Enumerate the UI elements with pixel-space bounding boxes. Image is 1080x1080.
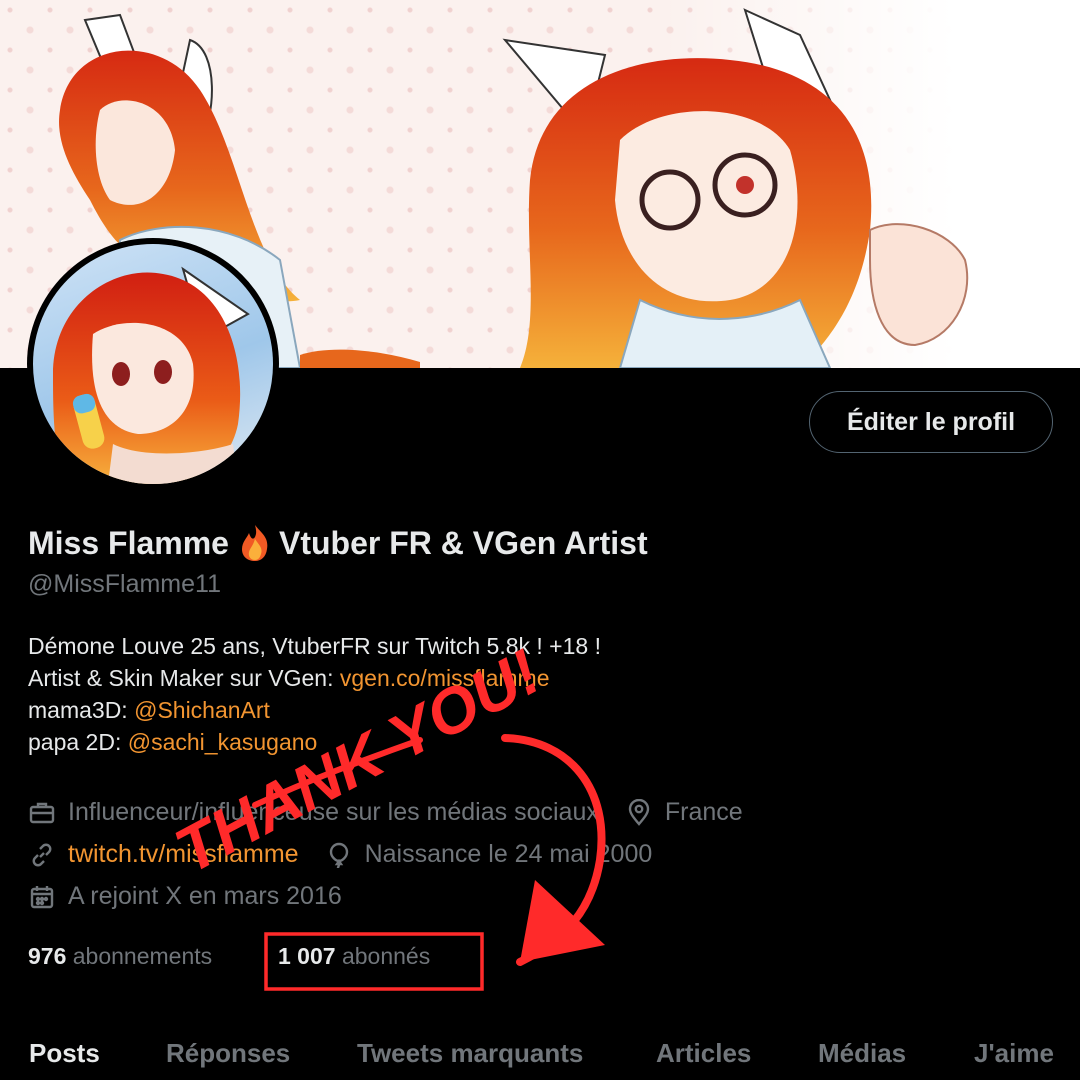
briefcase-icon (28, 799, 56, 827)
bio-line-2-text: Artist & Skin Maker sur VGen: (28, 665, 340, 691)
tab-highlights[interactable]: Tweets marquants (357, 1038, 583, 1069)
bio-line-3-text: mama3D: (28, 697, 135, 723)
bio-line-2: Artist & Skin Maker sur VGen: vgen.co/mi… (28, 662, 601, 694)
mama3d-link[interactable]: @ShichanArt (134, 697, 270, 723)
joined-text: A rejoint X en mars 2016 (68, 882, 342, 910)
handle: @MissFlamme11 (28, 570, 221, 598)
display-name-suffix: Vtuber FR & VGen Artist (278, 524, 648, 561)
meta-row-1: Influenceur/influenceuse sur les médias … (28, 798, 743, 827)
meta-row-3: A rejoint X en mars 2016 (28, 882, 342, 911)
display-name: Miss Flamme Vtuber FR & VGen Artist (28, 523, 648, 563)
vgen-link[interactable]: vgen.co/missflamme (340, 665, 550, 691)
avatar-image (33, 244, 273, 484)
bio: Démone Louve 25 ans, VtuberFR sur Twitch… (28, 630, 601, 758)
link-icon (28, 841, 56, 869)
followers-label: abonnés (341, 943, 431, 969)
display-name-text: Miss Flamme (28, 524, 229, 561)
bio-line-3: mama3D: @ShichanArt (28, 694, 601, 726)
papa2d-link[interactable]: @sachi_kasugano (128, 729, 318, 755)
followers-stat[interactable]: 1 007 abonnés (278, 943, 430, 970)
bio-line-1: Démone Louve 25 ans, VtuberFR sur Twitch… (28, 633, 601, 659)
tab-articles[interactable]: Articles (656, 1038, 751, 1069)
tab-replies[interactable]: Réponses (166, 1038, 290, 1069)
meta-row-2: twitch.tv/missflamme Naissance le 24 mai… (28, 840, 652, 869)
birthday-text: Naissance le 24 mai 2000 (364, 840, 653, 868)
location-pin-icon (625, 798, 653, 827)
following-label: abonnements (72, 943, 213, 969)
category-text: Influenceur/influenceuse sur les médias … (68, 798, 599, 826)
bio-line-4: papa 2D: @sachi_kasugano (28, 726, 601, 758)
profile-avatar[interactable] (27, 238, 279, 490)
fire-emoji-icon (233, 523, 277, 563)
website-link[interactable]: twitch.tv/missflamme (68, 840, 299, 869)
location-text: France (664, 798, 743, 826)
tab-likes[interactable]: J'aime (974, 1038, 1054, 1069)
arrow-head (520, 880, 605, 962)
profile-tabs: Posts Réponses Tweets marquants Articles… (0, 1030, 1080, 1080)
tab-media[interactable]: Médias (818, 1038, 906, 1069)
calendar-icon (28, 883, 56, 911)
following-stat[interactable]: 976 abonnements (28, 943, 212, 970)
edit-profile-button[interactable]: Éditer le profil (809, 391, 1053, 453)
followers-count: 1 007 (278, 943, 336, 969)
following-count: 976 (28, 943, 67, 969)
bio-line-4-text: papa 2D: (28, 729, 128, 755)
tab-posts[interactable]: Posts (29, 1038, 100, 1069)
balloon-icon (325, 841, 353, 869)
